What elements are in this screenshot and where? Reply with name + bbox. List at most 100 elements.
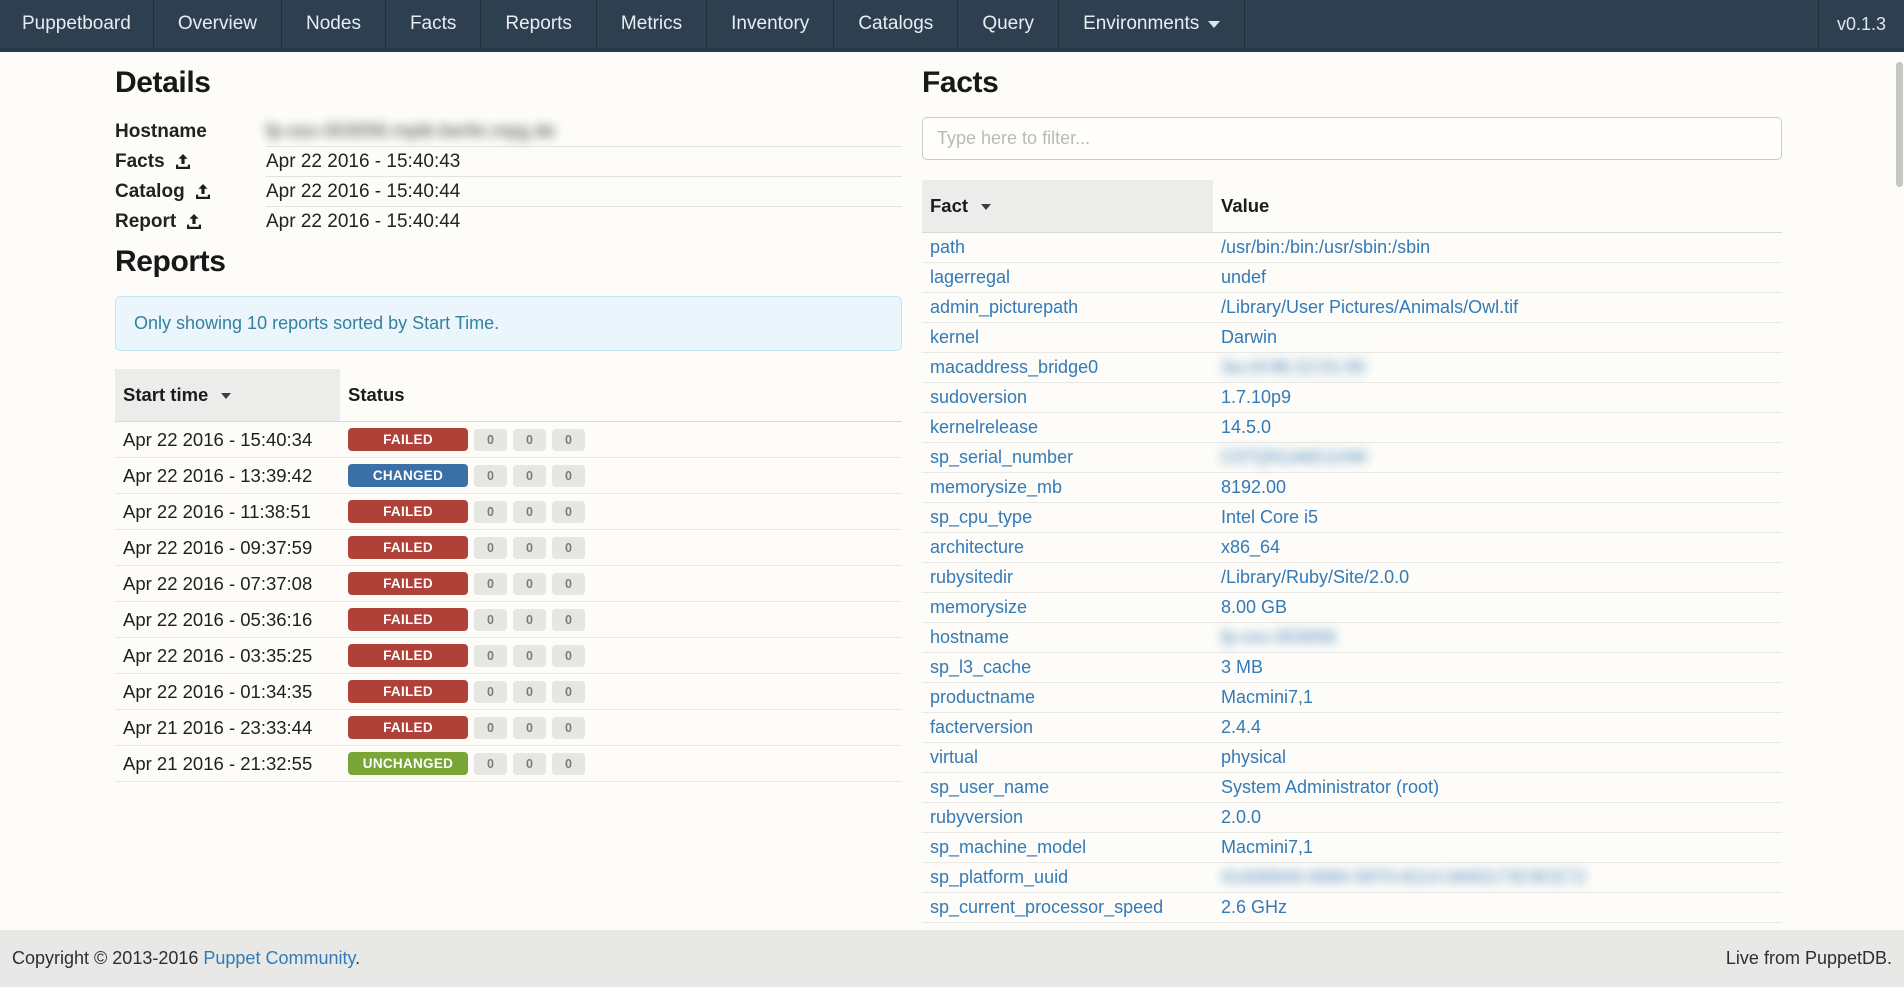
fact-value-link[interactable]: 2.4.4 (1221, 717, 1261, 737)
fact-value-link[interactable]: /usr/bin:/bin:/usr/sbin:/sbin (1221, 237, 1430, 257)
report-status-badge[interactable]: CHANGED (348, 464, 468, 487)
column-header-fact[interactable]: Fact (922, 180, 1213, 233)
fact-row: sp_current_processor_speed 2.6 GHz (922, 893, 1782, 923)
fact-value-link[interactable]: 8192.00 (1221, 477, 1286, 497)
fact-name-link[interactable]: hostname (930, 627, 1009, 647)
version-label: v0.1.3 (1818, 0, 1904, 48)
report-start-time: Apr 22 2016 - 07:37:08 (115, 566, 340, 602)
fact-name-link[interactable]: architecture (930, 537, 1024, 557)
fact-name-link[interactable]: sp_l3_cache (930, 657, 1031, 677)
fact-value-link[interactable]: fp-osx-003056 (1221, 627, 1336, 647)
fact-name-link[interactable]: sp_cpu_type (930, 507, 1032, 527)
report-row: Apr 22 2016 - 15:40:34 FAILED 000 (115, 422, 902, 458)
nav-item-nodes[interactable]: Nodes (282, 0, 386, 48)
report-status-badge[interactable]: FAILED (348, 572, 468, 595)
fact-value-link[interactable]: /Library/User Pictures/Animals/Owl.tif (1221, 297, 1518, 317)
report-count-badge: 0 (513, 465, 546, 487)
report-status-badge[interactable]: FAILED (348, 716, 468, 739)
details-title: Details (115, 66, 902, 99)
fact-name-link[interactable]: path (930, 237, 965, 257)
fact-row: memorysize_mb 8192.00 (922, 473, 1782, 503)
fact-name-link[interactable]: facterversion (930, 717, 1033, 737)
fact-name-link[interactable]: sp_user_name (930, 777, 1049, 797)
report-status-badge[interactable]: FAILED (348, 608, 468, 631)
fact-name-link[interactable]: macaddress_bridge0 (930, 357, 1098, 377)
fact-value-link[interactable]: 1.7.10p9 (1221, 387, 1291, 407)
report-count-badge: 0 (513, 573, 546, 595)
nav-item-facts[interactable]: Facts (386, 0, 481, 48)
fact-value-link[interactable]: System Administrator (root) (1221, 777, 1439, 797)
facts-filter-input[interactable] (922, 117, 1782, 160)
report-count-badge: 0 (552, 645, 585, 667)
report-status-badge[interactable]: FAILED (348, 428, 468, 451)
fact-name-link[interactable]: sp_platform_uuid (930, 867, 1068, 887)
report-count-badge: 0 (552, 573, 585, 595)
fact-name-link[interactable]: productname (930, 687, 1035, 707)
upload-icon[interactable] (195, 184, 211, 200)
puppet-community-link[interactable]: Puppet Community (203, 948, 355, 968)
fact-value-link[interactable]: 8.00 GB (1221, 597, 1287, 617)
upload-icon[interactable] (175, 154, 191, 170)
nav-item-inventory[interactable]: Inventory (707, 0, 834, 48)
fact-name-link[interactable]: memorysize (930, 597, 1027, 617)
fact-value-link[interactable]: x86_64 (1221, 537, 1280, 557)
nav-item-environments[interactable]: Environments (1059, 0, 1245, 48)
report-row: Apr 22 2016 - 03:35:25 FAILED 000 (115, 638, 902, 674)
report-start-time: Apr 22 2016 - 05:36:16 (115, 602, 340, 638)
nav-item-reports[interactable]: Reports (481, 0, 597, 48)
puppetdb-status-text: Live from PuppetDB. (1726, 948, 1892, 969)
nav-item-overview[interactable]: Overview (154, 0, 282, 48)
upload-icon[interactable] (186, 214, 202, 230)
fact-value-link[interactable]: C07QN1A6G1HW (1221, 447, 1367, 467)
fact-name-link[interactable]: lagerregal (930, 267, 1010, 287)
fact-value-link[interactable]: Intel Core i5 (1221, 507, 1318, 527)
report-status-badge[interactable]: UNCHANGED (348, 752, 468, 775)
fact-name-link[interactable]: rubysitedir (930, 567, 1013, 587)
fact-value-link[interactable]: 3a:c9:86:22:01:00 (1221, 357, 1365, 377)
fact-name-link[interactable]: rubyversion (930, 807, 1023, 827)
fact-value-link[interactable]: Macmini7,1 (1221, 687, 1313, 707)
fact-name-link[interactable]: virtual (930, 747, 978, 767)
fact-name-link[interactable]: sp_machine_model (930, 837, 1086, 857)
fact-value-link[interactable]: /Library/Ruby/Site/2.0.0 (1221, 567, 1409, 587)
navbar: Puppetboard OverviewNodesFactsReportsMet… (0, 0, 1904, 52)
fact-value-link[interactable]: 41A00640-6084-5970-8114-0A93173C9CE72 (1221, 867, 1586, 887)
fact-value-link[interactable]: physical (1221, 747, 1286, 767)
fact-name-link[interactable]: sp_serial_number (930, 447, 1073, 467)
report-start-time: Apr 21 2016 - 21:32:55 (115, 746, 340, 782)
fact-name-link[interactable]: sp_current_processor_speed (930, 897, 1163, 917)
fact-value-link[interactable]: 2.0.0 (1221, 807, 1261, 827)
fact-name-link[interactable]: sudoversion (930, 387, 1027, 407)
report-count-badge: 0 (513, 645, 546, 667)
report-count-badge: 0 (552, 681, 585, 703)
report-status-badge[interactable]: FAILED (348, 680, 468, 703)
report-count-badge: 0 (474, 537, 507, 559)
nav-item-query[interactable]: Query (958, 0, 1059, 48)
detail-label: Report (115, 211, 176, 233)
column-header-start-time[interactable]: Start time (115, 369, 340, 422)
fact-value-link[interactable]: 14.5.0 (1221, 417, 1271, 437)
column-header-value[interactable]: Value (1213, 180, 1782, 233)
nav-item-metrics[interactable]: Metrics (597, 0, 707, 48)
report-status-badge[interactable]: FAILED (348, 536, 468, 559)
fact-name-link[interactable]: kernelrelease (930, 417, 1038, 437)
fact-name-link[interactable]: memorysize_mb (930, 477, 1062, 497)
fact-name-link[interactable]: kernel (930, 327, 979, 347)
column-header-status[interactable]: Status (340, 369, 902, 422)
sort-caret-icon (221, 393, 231, 399)
nav-item-catalogs[interactable]: Catalogs (834, 0, 958, 48)
fact-name-link[interactable]: admin_picturepath (930, 297, 1078, 317)
report-status-badge[interactable]: FAILED (348, 500, 468, 523)
report-row: Apr 21 2016 - 23:33:44 FAILED 000 (115, 710, 902, 746)
report-start-time: Apr 22 2016 - 01:34:35 (115, 674, 340, 710)
vertical-scrollbar[interactable] (1896, 62, 1903, 187)
report-status-badge[interactable]: FAILED (348, 644, 468, 667)
fact-value-link[interactable]: Darwin (1221, 327, 1277, 347)
fact-value-link[interactable]: undef (1221, 267, 1266, 287)
report-count-badge: 0 (552, 501, 585, 523)
report-count-badge: 0 (474, 501, 507, 523)
fact-value-link[interactable]: Macmini7,1 (1221, 837, 1313, 857)
fact-value-link[interactable]: 2.6 GHz (1221, 897, 1287, 917)
fact-value-link[interactable]: 3 MB (1221, 657, 1263, 677)
navbar-brand[interactable]: Puppetboard (0, 0, 154, 48)
